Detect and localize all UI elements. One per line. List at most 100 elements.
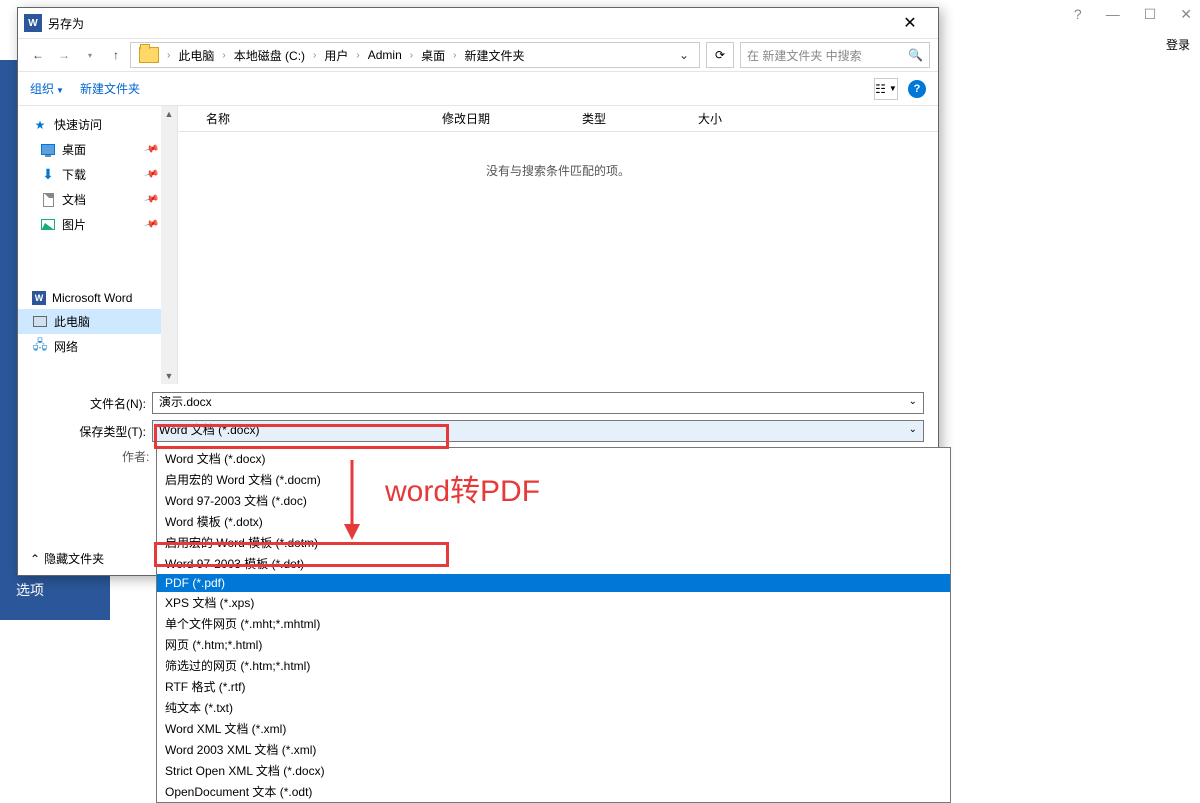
- search-input[interactable]: 在 新建文件夹 中搜索 🔍: [740, 42, 930, 68]
- sidebar-item-pictures[interactable]: 图片 📌: [18, 212, 177, 237]
- refresh-button[interactable]: ⟳: [706, 42, 734, 68]
- file-list: 名称 修改日期 类型 大小 ▴ 没有与搜索条件匹配的项。: [178, 106, 938, 384]
- folder-tree: ★ 快速访问 桌面 📌 ⬇ 下载 📌 文档 📌 图片 📌: [18, 106, 178, 384]
- sidebar-item-quick[interactable]: ★ 快速访问: [18, 112, 177, 137]
- dialog-titlebar: W 另存为 ✕: [18, 8, 938, 38]
- annotation-text: word转PDF: [385, 466, 540, 510]
- savetype-options-list: Word 文档 (*.docx) 启用宏的 Word 文档 (*.docm) W…: [156, 447, 951, 803]
- filetype-option[interactable]: Word 模板 (*.dotx): [157, 511, 950, 532]
- bc-thispc[interactable]: 此电脑: [174, 45, 218, 66]
- sidebar-label: 快速访问: [54, 116, 102, 133]
- word-app-icon: W: [24, 14, 42, 32]
- filetype-option[interactable]: Word XML 文档 (*.xml): [157, 718, 950, 739]
- filetype-option[interactable]: 启用宏的 Word 模板 (*.dotm): [157, 532, 950, 553]
- search-icon: 🔍: [908, 48, 923, 62]
- search-placeholder: 在 新建文件夹 中搜索: [747, 47, 862, 64]
- filetype-option[interactable]: 纯文本 (*.txt): [157, 697, 950, 718]
- sidebar-item-thispc[interactable]: 此电脑: [18, 309, 177, 334]
- sidebar-item-network[interactable]: 🖧 网络: [18, 334, 177, 359]
- pictures-icon: [41, 219, 55, 230]
- col-name[interactable]: 名称: [178, 110, 432, 127]
- filetype-option[interactable]: XPS 文档 (*.xps): [157, 592, 950, 613]
- organize-button[interactable]: 组织▼: [30, 80, 64, 97]
- filetype-option[interactable]: RTF 格式 (*.rtf): [157, 676, 950, 697]
- col-type[interactable]: 类型: [572, 110, 688, 127]
- filetype-option[interactable]: Word 2003 XML 文档 (*.xml): [157, 739, 950, 760]
- folder-icon: [139, 47, 159, 63]
- chevron-down-icon[interactable]: ⌄: [909, 424, 917, 435]
- forward-button[interactable]: →: [52, 43, 76, 67]
- pin-icon: 📌: [143, 192, 159, 208]
- author-label: 作者:: [122, 448, 149, 465]
- sidebar-item-downloads[interactable]: ⬇ 下载 📌: [18, 162, 177, 187]
- download-icon: ⬇: [40, 168, 56, 182]
- filetype-option[interactable]: Word 文档 (*.docx): [157, 448, 950, 469]
- recent-drop[interactable]: ▾: [78, 43, 102, 67]
- sidebar-label: 桌面: [62, 141, 86, 158]
- empty-message: 没有与搜索条件匹配的项。: [178, 162, 938, 179]
- filetype-option[interactable]: 网页 (*.htm;*.html): [157, 634, 950, 655]
- document-icon: [43, 193, 54, 207]
- savetype-dropdown[interactable]: Word 文档 (*.docx) ⌄: [152, 420, 924, 442]
- sidebar-label: 图片: [62, 216, 86, 233]
- bc-users[interactable]: 用户: [320, 45, 352, 66]
- filetype-option[interactable]: 筛选过的网页 (*.htm;*.html): [157, 655, 950, 676]
- back-button[interactable]: ←: [26, 43, 50, 67]
- filetype-option[interactable]: Word 97-2003 文档 (*.doc): [157, 490, 950, 511]
- close-button[interactable]: ✕: [888, 9, 932, 37]
- nav-bar: ← → ▾ ↑ › 此电脑› 本地磁盘 (C:)› 用户› Admin› 桌面›…: [18, 38, 938, 72]
- sidebar-item-desktop[interactable]: 桌面 📌: [18, 137, 177, 162]
- word-side-options[interactable]: 选项: [0, 570, 110, 610]
- filetype-option[interactable]: Word 97-2003 模板 (*.dot): [157, 553, 950, 574]
- hide-folders-label: 隐藏文件夹: [44, 550, 104, 567]
- word-icon: W: [32, 291, 46, 305]
- maximize-icon[interactable]: ☐: [1144, 6, 1157, 23]
- login-link[interactable]: 登录: [1166, 36, 1190, 53]
- help-button[interactable]: ?: [908, 80, 926, 98]
- filetype-option[interactable]: 单个文件网页 (*.mht;*.mhtml): [157, 613, 950, 634]
- sidebar-label: 网络: [54, 338, 78, 355]
- bc-desktop[interactable]: 桌面: [417, 45, 449, 66]
- chevron-down-icon[interactable]: ⌄: [909, 396, 917, 407]
- network-icon: 🖧: [32, 340, 48, 354]
- sidebar-label: 此电脑: [54, 313, 90, 330]
- bc-newfolder[interactable]: 新建文件夹: [460, 45, 528, 66]
- chevron-up-icon: ⌃: [30, 552, 40, 566]
- savetype-value: Word 文档 (*.docx): [159, 423, 259, 437]
- sidebar-label: 下载: [62, 166, 86, 183]
- close-icon[interactable]: ✕: [1180, 6, 1192, 23]
- hide-folders-toggle[interactable]: ⌃ 隐藏文件夹: [30, 550, 104, 567]
- breadcrumb-dropdown[interactable]: ⌄: [673, 48, 695, 62]
- toolbar: 组织▼ 新建文件夹 ☷▼ ?: [18, 72, 938, 106]
- minimize-icon[interactable]: —: [1106, 6, 1120, 22]
- col-date[interactable]: 修改日期: [432, 110, 572, 127]
- bc-admin[interactable]: Admin: [364, 46, 406, 64]
- pin-icon: 📌: [143, 142, 159, 158]
- pin-icon: 📌: [143, 217, 159, 233]
- list-header: 名称 修改日期 类型 大小 ▴: [178, 106, 938, 132]
- pin-icon: 📌: [143, 167, 159, 183]
- dialog-title: 另存为: [48, 15, 888, 32]
- filename-input[interactable]: 演示.docx ⌄: [152, 392, 924, 414]
- breadcrumb[interactable]: › 此电脑› 本地磁盘 (C:)› 用户› Admin› 桌面› 新建文件夹 ⌄: [130, 42, 700, 68]
- filetype-option[interactable]: 启用宏的 Word 文档 (*.docm): [157, 469, 950, 490]
- col-size[interactable]: 大小: [688, 110, 768, 127]
- sidebar-scrollbar[interactable]: ▲ ▼: [161, 106, 177, 384]
- desktop-icon: [41, 144, 55, 155]
- sidebar-item-documents[interactable]: 文档 📌: [18, 187, 177, 212]
- filetype-option[interactable]: Strict Open XML 文档 (*.docx): [157, 760, 950, 781]
- help-icon[interactable]: ?: [1074, 6, 1082, 22]
- new-folder-button[interactable]: 新建文件夹: [80, 80, 140, 97]
- filename-label: 文件名(N):: [32, 395, 152, 412]
- sidebar-item-word[interactable]: W Microsoft Word: [18, 287, 177, 309]
- pc-icon: [33, 316, 47, 327]
- filename-value: 演示.docx: [159, 395, 212, 409]
- filetype-option-pdf[interactable]: PDF (*.pdf): [157, 574, 950, 592]
- star-icon: ★: [32, 118, 48, 132]
- sidebar-label: 文档: [62, 191, 86, 208]
- savetype-label: 保存类型(T):: [32, 423, 152, 440]
- bc-drive[interactable]: 本地磁盘 (C:): [230, 45, 309, 66]
- up-button[interactable]: ↑: [104, 43, 128, 67]
- filetype-option[interactable]: OpenDocument 文本 (*.odt): [157, 781, 950, 802]
- view-mode-button[interactable]: ☷▼: [874, 78, 898, 100]
